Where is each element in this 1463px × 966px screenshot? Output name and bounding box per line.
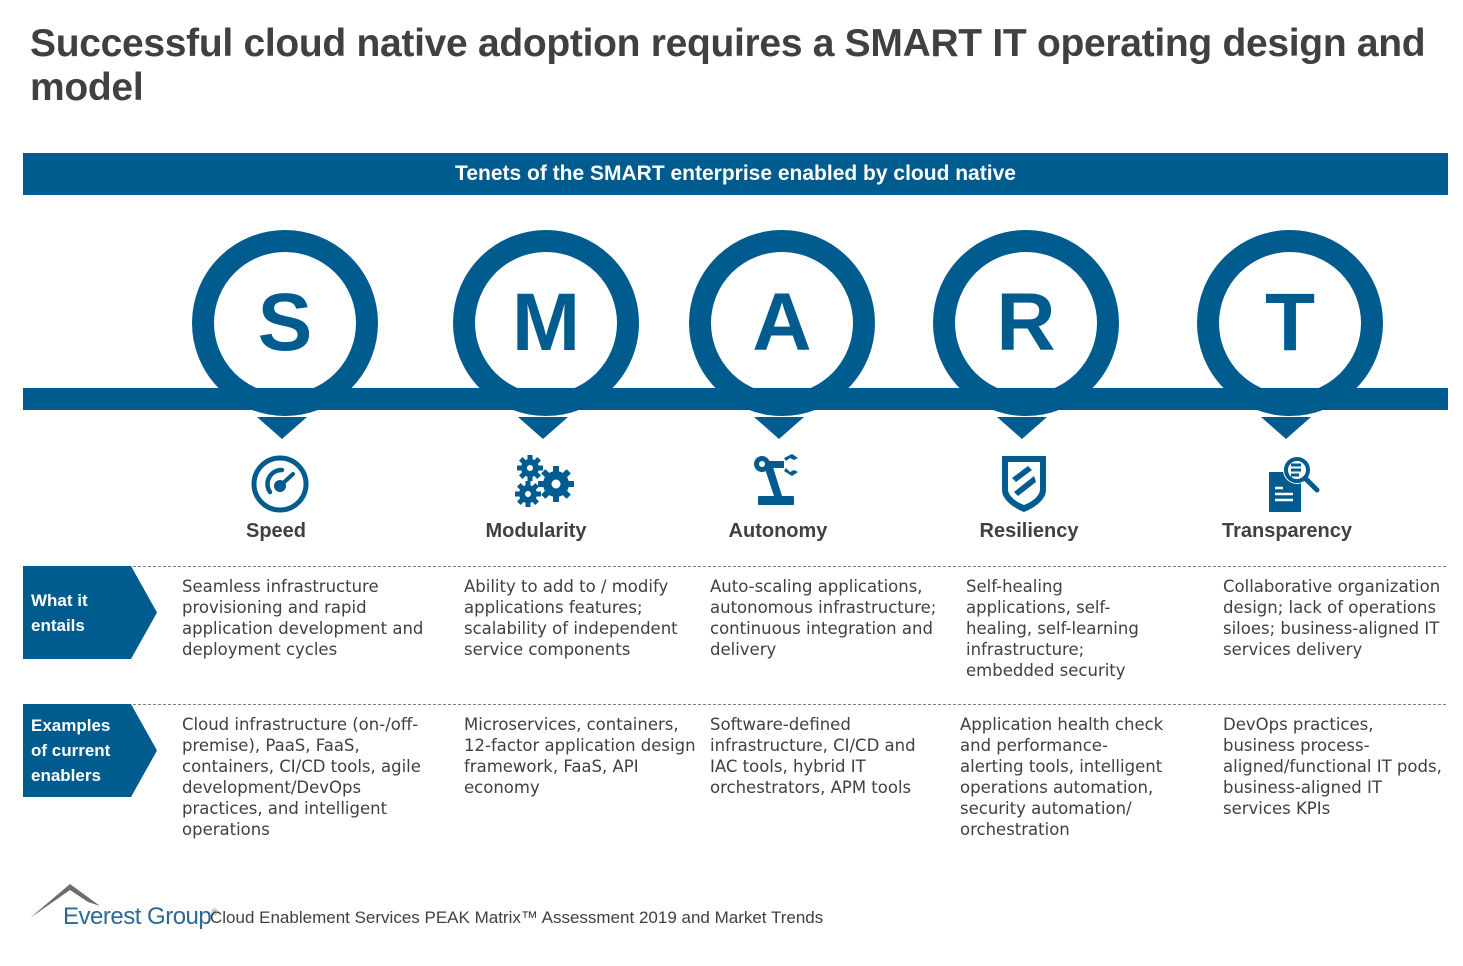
entails-speed: Seamless infrastructure provisioning and… — [182, 577, 424, 659]
row-header-line: What it — [31, 591, 88, 610]
pointer-r — [997, 417, 1047, 439]
examples-autonomy: Software-defined infrastructure, CI/CD a… — [710, 715, 916, 797]
letter-m: M — [511, 277, 581, 368]
robotic-arm-icon — [754, 454, 798, 505]
separator-top — [133, 566, 1446, 567]
tenets-banner: Tenets of the SMART enterprise enabled b… — [23, 153, 1448, 195]
gears-icon — [515, 455, 574, 507]
tenet-label-modularity: Modularity — [485, 520, 587, 542]
pointer-s — [257, 417, 307, 439]
examples-modularity: Microservices, containers, 12-factor app… — [464, 715, 696, 797]
footer-brand: Everest Group® — [63, 903, 218, 931]
letter-a: A — [752, 277, 812, 368]
examples-resiliency: Application health check and performance… — [960, 715, 1164, 839]
tenet-label-resiliency: Resiliency — [979, 520, 1079, 542]
shield-icon — [1002, 456, 1046, 512]
letter-r: R — [996, 277, 1056, 368]
row-header-what-it-entails: What it entails — [23, 566, 157, 659]
footer-source: Cloud Enablement Services PEAK Matrix™ A… — [210, 908, 824, 927]
entails-autonomy: Auto-scaling applications, autonomous in… — [710, 577, 937, 659]
pointer-m — [518, 417, 568, 439]
pointer-a — [754, 417, 804, 439]
entails-resiliency: Self-healing applications, self-healing,… — [966, 577, 1139, 680]
row-header-line: entails — [31, 616, 85, 635]
entails-modularity: Ability to add to / modify applications … — [464, 577, 678, 659]
timeline-rail — [23, 388, 1448, 410]
document-search-icon — [1269, 456, 1320, 512]
row-header-examples: Examples of current enablers — [23, 704, 157, 797]
tenet-label-autonomy: Autonomy — [728, 520, 828, 542]
row-header-line: enablers — [31, 766, 101, 785]
brand-name: Everest Group — [63, 903, 212, 930]
separator-middle — [133, 704, 1446, 705]
row-header-line: of current — [31, 741, 111, 760]
entails-transparency: Collaborative organization design; lack … — [1223, 577, 1441, 659]
pointer-t — [1261, 417, 1311, 439]
examples-speed: Cloud infrastructure (on-/off-premise), … — [182, 715, 421, 839]
examples-transparency: DevOps practices, business process-align… — [1223, 715, 1442, 818]
page-title: Successful cloud native adoption require… — [30, 22, 1426, 109]
letter-s: S — [257, 277, 313, 368]
speedometer-icon — [251, 455, 309, 513]
row-header-line: Examples — [31, 716, 111, 735]
tenet-label-transparency: Transparency — [1221, 520, 1353, 542]
tenet-label-speed: Speed — [245, 520, 307, 542]
letter-t: T — [1264, 277, 1316, 368]
